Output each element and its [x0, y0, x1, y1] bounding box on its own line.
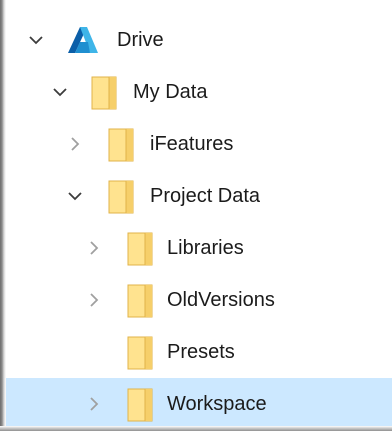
- tree-item-ifeatures[interactable]: iFeatures: [0, 118, 392, 170]
- folder-icon: [127, 232, 153, 266]
- chevron-down-icon[interactable]: [51, 83, 69, 101]
- chevron-right-icon[interactable]: [85, 291, 103, 309]
- folder-tree: Drive My Data iFeatures Project Data Lib…: [0, 14, 392, 430]
- tree-item-label: Project Data: [150, 185, 261, 207]
- tree-item-project-data[interactable]: Project Data: [0, 170, 392, 222]
- folder-icon: [108, 180, 134, 214]
- chevron-down-icon[interactable]: [66, 187, 84, 205]
- tree-item-label: OldVersions: [167, 289, 275, 311]
- folder-icon: [108, 128, 134, 162]
- tree-item-label: Presets: [167, 341, 235, 363]
- chevron-right-icon[interactable]: [85, 239, 103, 257]
- folder-icon: [127, 284, 153, 318]
- window-frame-left: [0, 0, 6, 431]
- tree-item-my-data[interactable]: My Data: [0, 66, 392, 118]
- tree-item-libraries[interactable]: Libraries: [0, 222, 392, 274]
- folder-tree-panel: Drive My Data iFeatures Project Data Lib…: [0, 0, 392, 431]
- chevron-right-icon[interactable]: [85, 395, 103, 413]
- tree-item-drive[interactable]: Drive: [0, 14, 392, 66]
- chevron-down-icon[interactable]: [27, 31, 45, 49]
- folder-icon: [127, 388, 153, 422]
- folder-icon: [91, 76, 117, 110]
- tree-item-label: Workspace: [167, 393, 267, 415]
- chevron-right-icon[interactable]: [66, 135, 84, 153]
- tree-item-label: iFeatures: [150, 133, 234, 155]
- folder-icon: [127, 336, 153, 370]
- tree-item-label: Libraries: [167, 237, 244, 259]
- tree-item-label: Drive: [117, 29, 164, 51]
- window-frame-bottom: [0, 426, 392, 431]
- tree-item-workspace[interactable]: Workspace: [0, 378, 392, 430]
- autodesk-drive-icon: [68, 27, 98, 53]
- tree-item-oldversions[interactable]: OldVersions: [0, 274, 392, 326]
- tree-item-presets[interactable]: Presets: [0, 326, 392, 378]
- tree-item-label: My Data: [133, 81, 208, 103]
